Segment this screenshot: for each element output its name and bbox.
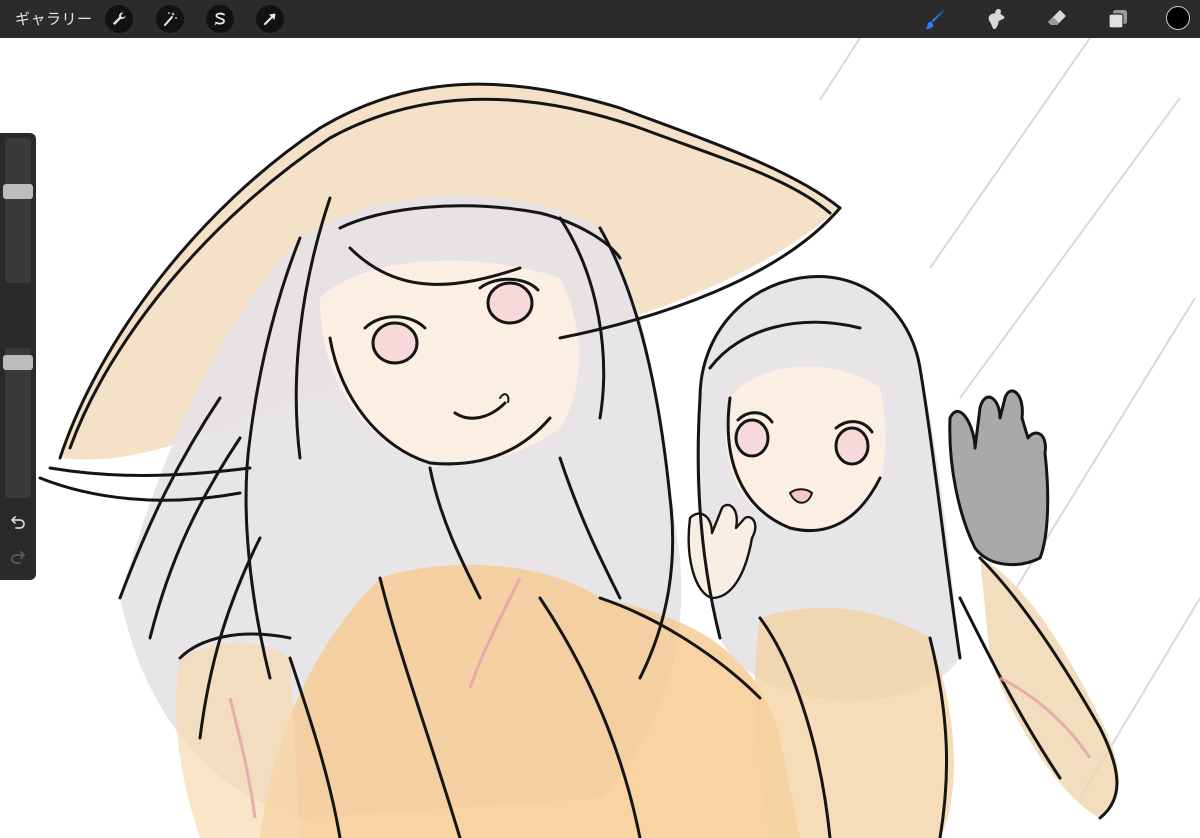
selection-button[interactable] xyxy=(206,5,234,33)
wrench-icon xyxy=(113,12,126,25)
drawing-canvas[interactable] xyxy=(0,38,1200,838)
gallery-button[interactable]: ギャラリー xyxy=(15,8,93,29)
color-picker-button[interactable] xyxy=(1166,6,1190,30)
undo-button[interactable] xyxy=(8,513,28,533)
undo-icon xyxy=(11,516,25,529)
brush-button[interactable] xyxy=(922,5,950,33)
sketch-artwork xyxy=(38,38,1200,838)
transform-arrow-icon xyxy=(264,13,276,25)
eraser-icon xyxy=(1048,10,1066,25)
brush-icon xyxy=(925,8,946,29)
brush-size-slider[interactable] xyxy=(3,138,33,283)
top-toolbar: ギャラリー xyxy=(0,0,1200,38)
redo-button[interactable] xyxy=(8,548,28,568)
magic-wand-icon xyxy=(164,12,177,26)
smudge-icon xyxy=(988,9,1005,30)
opacity-slider[interactable] xyxy=(3,348,33,498)
transform-button[interactable] xyxy=(256,5,284,33)
selection-s-icon xyxy=(214,12,225,26)
eraser-button[interactable] xyxy=(1043,5,1071,33)
brush-sidebar xyxy=(0,133,36,580)
layers-icon xyxy=(1108,10,1127,29)
smudge-button[interactable] xyxy=(982,5,1010,33)
actions-button[interactable] xyxy=(105,5,133,33)
layers-button[interactable] xyxy=(1104,5,1132,33)
brush-size-thumb[interactable] xyxy=(3,183,33,199)
redo-icon xyxy=(11,551,25,564)
adjustments-button[interactable] xyxy=(156,5,184,33)
opacity-thumb[interactable] xyxy=(3,354,33,370)
